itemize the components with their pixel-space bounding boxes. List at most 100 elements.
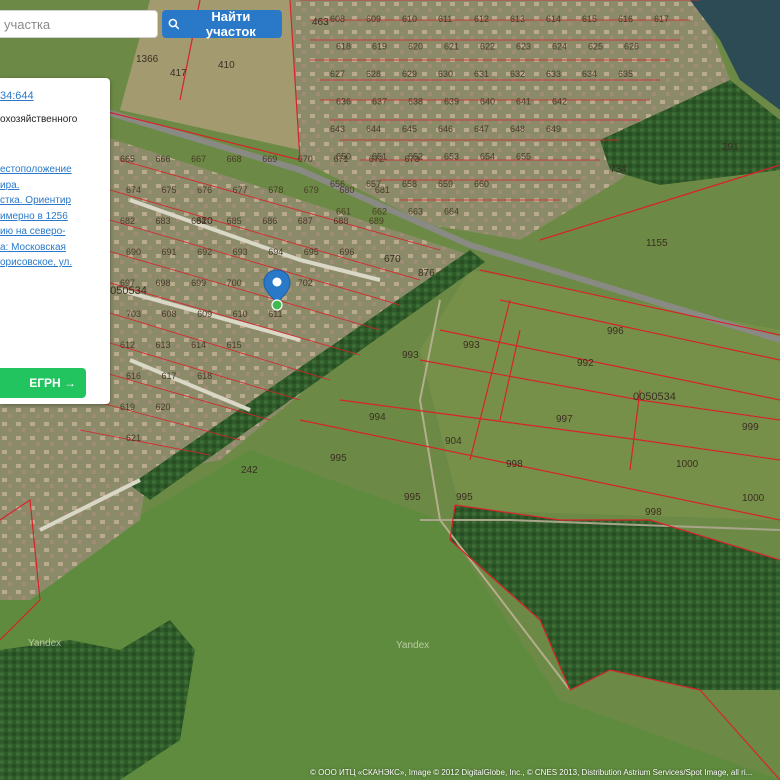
block-label: 0050534: [104, 285, 147, 297]
parcel-number: 634: [582, 69, 597, 79]
parcel-number: 614: [191, 340, 206, 350]
parcel-number: 616: [618, 14, 633, 24]
parcel-number: 658: [402, 179, 417, 189]
parcel-number: 638: [408, 97, 423, 107]
parcel-number: 696: [339, 247, 354, 257]
field-label: 995: [404, 492, 421, 503]
field-label: 1155: [646, 238, 668, 249]
parcel-number: 609: [366, 14, 381, 24]
search-input[interactable]: [0, 10, 158, 38]
parcel-number: 632: [510, 69, 525, 79]
parcel-number: 618: [197, 371, 212, 381]
parcel-number: 635: [618, 69, 633, 79]
block-label: 0050534: [633, 391, 676, 403]
parcel-number: 610: [233, 309, 248, 319]
address-link[interactable]: естоположение ира. стка. Ориентир имерно в …: [0, 162, 110, 271]
parcel-number: 664: [444, 207, 459, 217]
parcel-number: 616: [126, 371, 141, 381]
parcel-number: 680: [339, 185, 354, 195]
address-line[interactable]: стка. Ориентир: [0, 193, 110, 209]
field-label: 996: [607, 326, 624, 337]
search-icon: [168, 18, 180, 30]
parcel-number: 692: [197, 247, 212, 257]
parcel-number: 608: [162, 309, 177, 319]
parcel-info-panel: 34:644 охозяйственного естоположение ира.…: [0, 78, 110, 404]
parcel-number: 612: [474, 14, 489, 24]
parcel-number: 653: [444, 152, 459, 162]
parcel-number: 683: [156, 216, 171, 226]
parcel-number: 620: [408, 42, 423, 52]
parcel-number: 679: [304, 185, 319, 195]
parcel-number: 643: [330, 124, 345, 134]
parcel-number: 625: [588, 42, 603, 52]
parcel-number: 629: [402, 69, 417, 79]
field-label: 1000: [676, 459, 699, 470]
parcel-number: 702: [298, 278, 313, 288]
cadastral-number-link[interactable]: 34:644: [0, 90, 34, 102]
field-label: 734: [610, 164, 627, 175]
satellite-cadastral-map[interactable]: 608 609 610 611 612 613 614 615 616 617 618 619 620 6…: [0, 0, 780, 780]
parcel-number: 665: [120, 154, 135, 164]
parcel-number: 675: [162, 185, 177, 195]
parcel-number: 619: [120, 402, 135, 412]
parcel-number: 703: [126, 309, 141, 319]
parcel-number: 689: [369, 216, 384, 226]
field-label: 993: [463, 340, 480, 351]
address-line[interactable]: естоположение: [0, 162, 110, 178]
parcel-number: 631: [474, 69, 489, 79]
parcel-number: 640: [480, 97, 495, 107]
parcel-number: 645: [402, 124, 417, 134]
parcel-number: 611: [438, 14, 452, 24]
parcel-number: 663: [408, 207, 423, 217]
parcel-number: 623: [516, 42, 531, 52]
parcel-number: 685: [227, 216, 242, 226]
parcel-number: 621: [126, 433, 141, 443]
parcel-number: 637: [372, 97, 387, 107]
parcel-number: 621: [444, 42, 459, 52]
parcel-number: 624: [552, 42, 567, 52]
parcel-number: 612: [120, 340, 135, 350]
parcel-number: 628: [366, 69, 381, 79]
parcel-number: 698: [156, 278, 171, 288]
parcel-number: 662: [372, 207, 387, 217]
address-line[interactable]: имерно в 1256: [0, 209, 110, 225]
search-button[interactable]: Найти участок: [162, 9, 282, 39]
parcel-number: 674: [126, 185, 141, 195]
parcel-number: 633: [546, 69, 561, 79]
parcel-number: 646: [438, 124, 453, 134]
address-line[interactable]: а: Московская: [0, 240, 110, 256]
field-label: 998: [645, 507, 662, 518]
parcel-number: 617: [654, 14, 669, 24]
parcel-number: 659: [438, 179, 453, 189]
parcel-number: 670: [298, 154, 313, 164]
parcel-number: 699: [191, 278, 206, 288]
address-line[interactable]: ира.: [0, 178, 110, 194]
field-label: 993: [402, 350, 419, 361]
parcel-number: 617: [162, 371, 177, 381]
field-label: 999: [742, 422, 759, 433]
parcel-number: 641: [516, 97, 531, 107]
field-label: 410: [218, 60, 235, 71]
egrn-button[interactable]: ЕГРН →: [0, 368, 86, 398]
parcel-number: 695: [304, 247, 319, 257]
search-button-label: Найти участок: [205, 9, 256, 39]
parcel-number: 681: [375, 185, 390, 195]
parcel-number: 691: [162, 247, 177, 257]
parcel-number: 677: [233, 185, 248, 195]
field-label: 904: [445, 436, 462, 447]
parcel-number: 687: [298, 216, 313, 226]
address-line[interactable]: ию на северо-: [0, 224, 110, 240]
field-label: 242: [241, 465, 258, 476]
parcel-number: 618: [336, 42, 351, 52]
parcel-number: 630: [438, 69, 453, 79]
field-label: 995: [330, 453, 347, 464]
parcel-number: 667: [191, 154, 206, 164]
parcel-number: 666: [156, 154, 171, 164]
parcel-number: 690: [126, 247, 141, 257]
parcel-number: 693: [233, 247, 248, 257]
parcel-number: 673: [404, 154, 419, 164]
parcel-number: 686: [262, 216, 277, 226]
address-line[interactable]: орисовское, ул.: [0, 255, 110, 271]
parcel-number: 694: [268, 247, 283, 257]
parcel-number: 608: [330, 14, 345, 24]
